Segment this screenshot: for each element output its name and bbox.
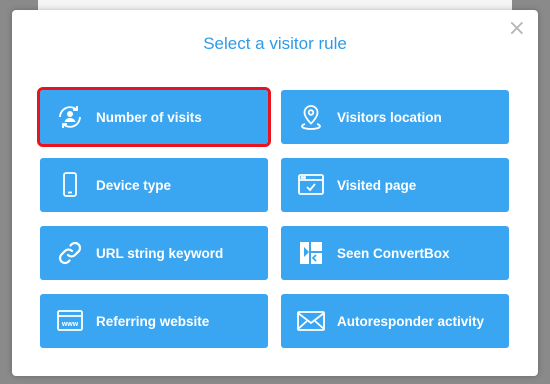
rule-label: Device type	[96, 177, 172, 193]
rule-url-string-keyword[interactable]: URL string keyword	[40, 226, 268, 280]
rule-visitors-location[interactable]: Visitors location	[281, 90, 509, 144]
rule-referring-website[interactable]: www Referring website	[40, 294, 268, 348]
rule-autoresponder-activity[interactable]: Autoresponder activity	[281, 294, 509, 348]
rule-label: Visitors location	[337, 109, 442, 125]
svg-text:www: www	[61, 321, 79, 328]
rule-visited-page[interactable]: Visited page	[281, 158, 509, 212]
envelope-icon	[295, 305, 327, 337]
rule-label: Visited page	[337, 177, 417, 193]
visitor-rule-modal: × Select a visitor rule Number of visits	[12, 10, 538, 376]
visitors-cycle-icon	[54, 101, 86, 133]
rule-label: Referring website	[96, 313, 210, 329]
rule-label: URL string keyword	[96, 245, 224, 261]
location-pin-icon	[295, 101, 327, 133]
link-icon	[54, 237, 86, 269]
background-page	[38, 0, 512, 10]
rule-label: Autoresponder activity	[337, 313, 485, 329]
rule-seen-convertbox[interactable]: Seen ConvertBox	[281, 226, 509, 280]
www-browser-icon: www	[54, 305, 86, 337]
browser-check-icon	[295, 169, 327, 201]
rule-device-type[interactable]: Device type	[40, 158, 268, 212]
rule-label: Seen ConvertBox	[337, 245, 450, 261]
rule-label: Number of visits	[96, 109, 202, 125]
convertbox-logo-icon	[295, 237, 327, 269]
mobile-phone-icon	[54, 169, 86, 201]
modal-title: Select a visitor rule	[203, 34, 347, 53]
rule-number-of-visits[interactable]: Number of visits	[37, 87, 271, 147]
